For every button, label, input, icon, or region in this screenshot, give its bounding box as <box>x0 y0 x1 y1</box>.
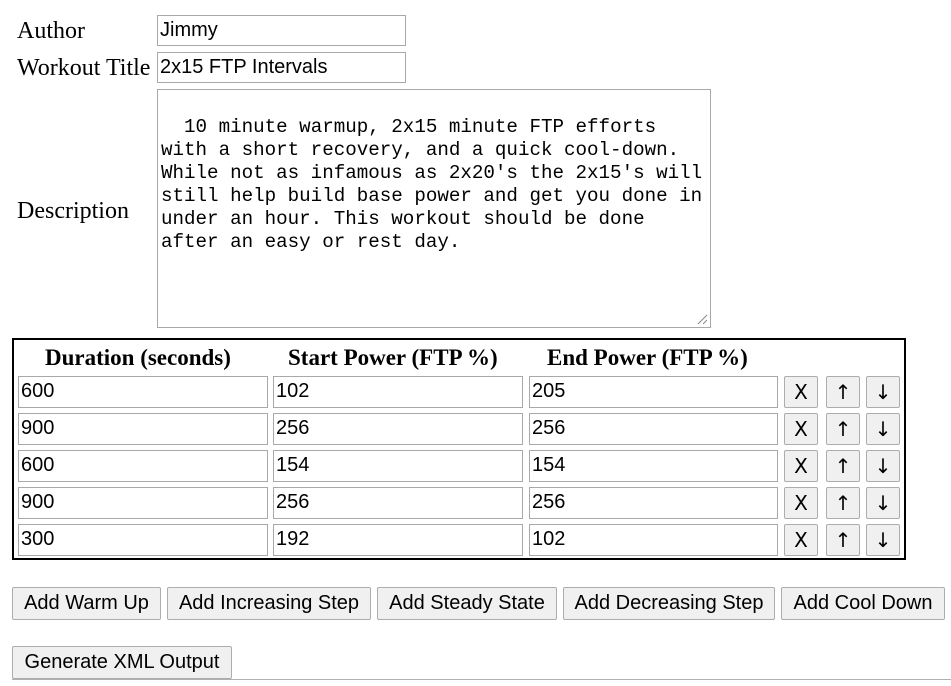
end-power-input[interactable]: 256 <box>529 413 778 445</box>
start-power-input[interactable]: 256 <box>273 413 523 445</box>
author-input[interactable]: Jimmy <box>157 15 406 46</box>
move-up-button[interactable]: ↑ <box>826 413 860 445</box>
move-down-button[interactable]: ↓ <box>866 487 900 519</box>
generate-xml-output-button[interactable]: Generate XML Output <box>12 646 232 679</box>
duration-input[interactable]: 900 <box>18 413 268 445</box>
author-label: Author <box>17 18 85 44</box>
start-power-input[interactable]: 256 <box>273 487 523 519</box>
move-up-button[interactable]: ↑ <box>826 450 860 482</box>
add-decreasing-step-button[interactable]: Add Decreasing Step <box>563 587 775 620</box>
end-power-input[interactable]: 205 <box>529 376 778 408</box>
end-power-input[interactable]: 256 <box>529 487 778 519</box>
start-power-input[interactable]: 192 <box>273 524 523 556</box>
end-power-input[interactable]: 154 <box>529 450 778 482</box>
description-textarea[interactable]: 10 minute warmup, 2x15 minute FTP effort… <box>157 89 711 328</box>
start-power-input[interactable]: 154 <box>273 450 523 482</box>
add-increasing-step-button[interactable]: Add Increasing Step <box>167 587 371 620</box>
add-warm-up-button[interactable]: Add Warm Up <box>12 587 161 620</box>
add-cool-down-button[interactable]: Add Cool Down <box>781 587 945 620</box>
description-label: Description <box>17 198 129 224</box>
move-up-button[interactable]: ↑ <box>826 376 860 408</box>
move-down-button[interactable]: ↓ <box>866 524 900 556</box>
delete-step-button[interactable]: X <box>784 376 818 408</box>
delete-step-button[interactable]: X <box>784 450 818 482</box>
move-down-button[interactable]: ↓ <box>866 450 900 482</box>
output-area-edge <box>12 679 951 680</box>
move-up-button[interactable]: ↑ <box>826 487 860 519</box>
workout-title-input[interactable]: 2x15 FTP Intervals <box>157 52 406 83</box>
delete-step-button[interactable]: X <box>784 524 818 556</box>
header-end-power: End Power (FTP %) <box>547 345 748 370</box>
steps-table: Duration (seconds) Start Power (FTP %) E… <box>12 338 906 560</box>
delete-step-button[interactable]: X <box>784 413 818 445</box>
move-down-button[interactable]: ↓ <box>866 376 900 408</box>
header-start-power: Start Power (FTP %) <box>288 345 498 370</box>
move-down-button[interactable]: ↓ <box>866 413 900 445</box>
end-power-input[interactable]: 102 <box>529 524 778 556</box>
description-text: 10 minute warmup, 2x15 minute FTP effort… <box>161 116 703 253</box>
workout-title-label: Workout Title <box>17 55 151 81</box>
resize-grip-icon[interactable] <box>696 313 708 325</box>
duration-input[interactable]: 900 <box>18 487 268 519</box>
start-power-input[interactable]: 102 <box>273 376 523 408</box>
duration-input[interactable]: 600 <box>18 376 268 408</box>
duration-input[interactable]: 600 <box>18 450 268 482</box>
duration-input[interactable]: 300 <box>18 524 268 556</box>
header-duration: Duration (seconds) <box>45 345 231 370</box>
add-steady-state-button[interactable]: Add Steady State <box>377 587 557 620</box>
delete-step-button[interactable]: X <box>784 487 818 519</box>
move-up-button[interactable]: ↑ <box>826 524 860 556</box>
